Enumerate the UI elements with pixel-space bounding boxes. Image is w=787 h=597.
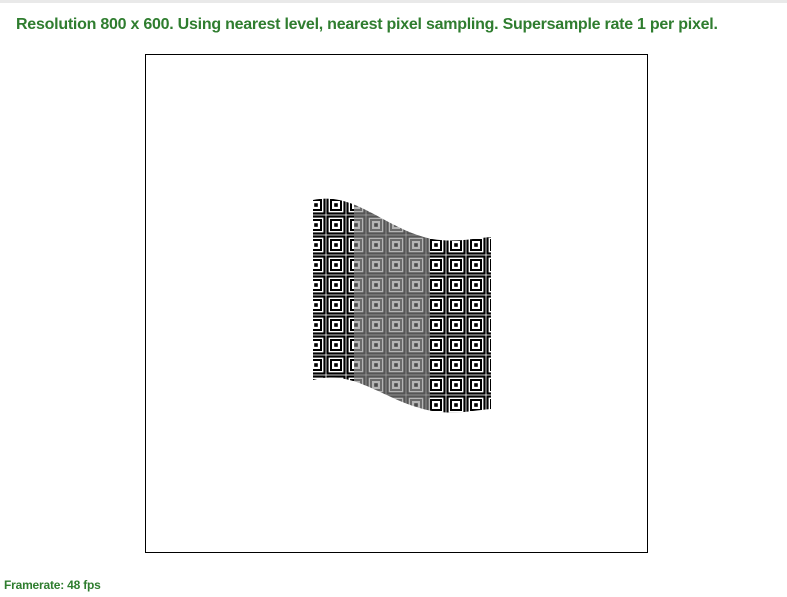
framerate-readout: Framerate: 48 fps <box>4 578 101 592</box>
top-divider <box>0 0 787 3</box>
render-viewport[interactable] <box>145 54 648 553</box>
wavy-textured-quad <box>313 198 491 413</box>
render-settings-status: Resolution 800 x 600. Using nearest leve… <box>16 16 718 33</box>
render-canvas <box>313 198 491 413</box>
